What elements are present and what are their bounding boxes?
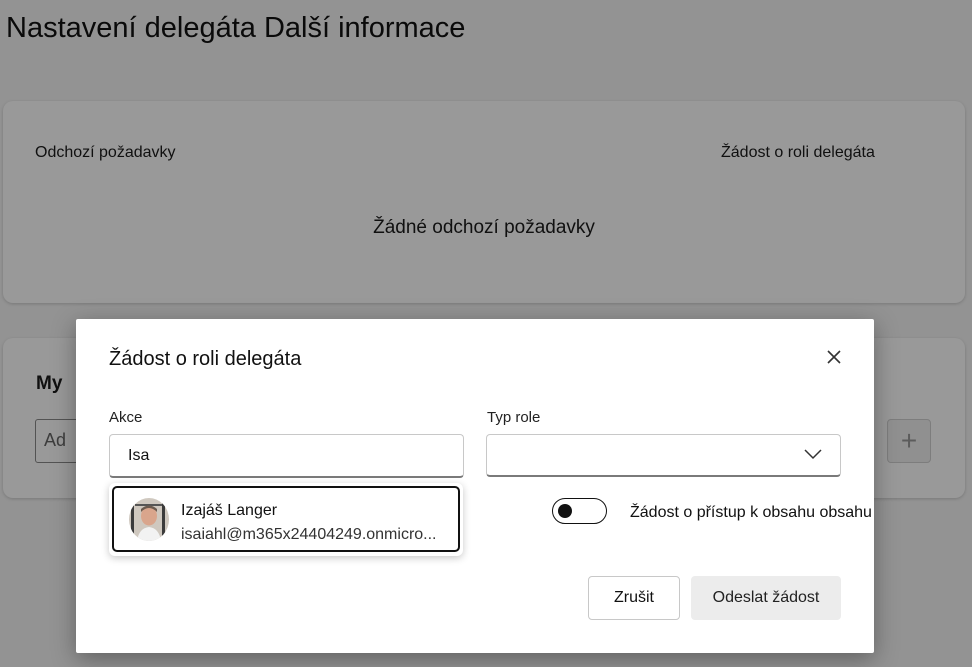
toggle-knob xyxy=(558,504,572,518)
akce-label: Akce xyxy=(109,409,143,426)
typ-role-label: Typ role xyxy=(487,409,541,426)
close-icon xyxy=(827,350,841,364)
person-suggestion-item[interactable]: Izajáš Langer isaiahl@m365x24404249.onmi… xyxy=(112,486,460,552)
person-email: isaiahl@m365x24404249.onmicro... xyxy=(181,526,437,543)
avatar xyxy=(129,498,169,541)
close-dialog-button[interactable] xyxy=(822,345,846,369)
akce-search-input[interactable] xyxy=(109,434,464,478)
chevron-down-icon xyxy=(804,449,822,460)
content-access-toggle[interactable] xyxy=(552,498,607,524)
dialog-title: Žádost o roli delegáta xyxy=(109,348,302,370)
person-name: Izajáš Langer xyxy=(181,502,278,519)
cancel-button[interactable]: Zrušit xyxy=(588,576,680,620)
typ-role-dropdown[interactable] xyxy=(486,434,841,477)
delegate-role-request-dialog: Žádost o roli delegáta Akce Typ role xyxy=(76,319,874,653)
people-suggestion-list: Izajáš Langer isaiahl@m365x24404249.onmi… xyxy=(109,483,463,556)
content-access-toggle-label: Žádost o přístup k obsahu obsahu xyxy=(630,504,872,521)
send-request-button[interactable]: Odeslat žádost xyxy=(691,576,841,620)
